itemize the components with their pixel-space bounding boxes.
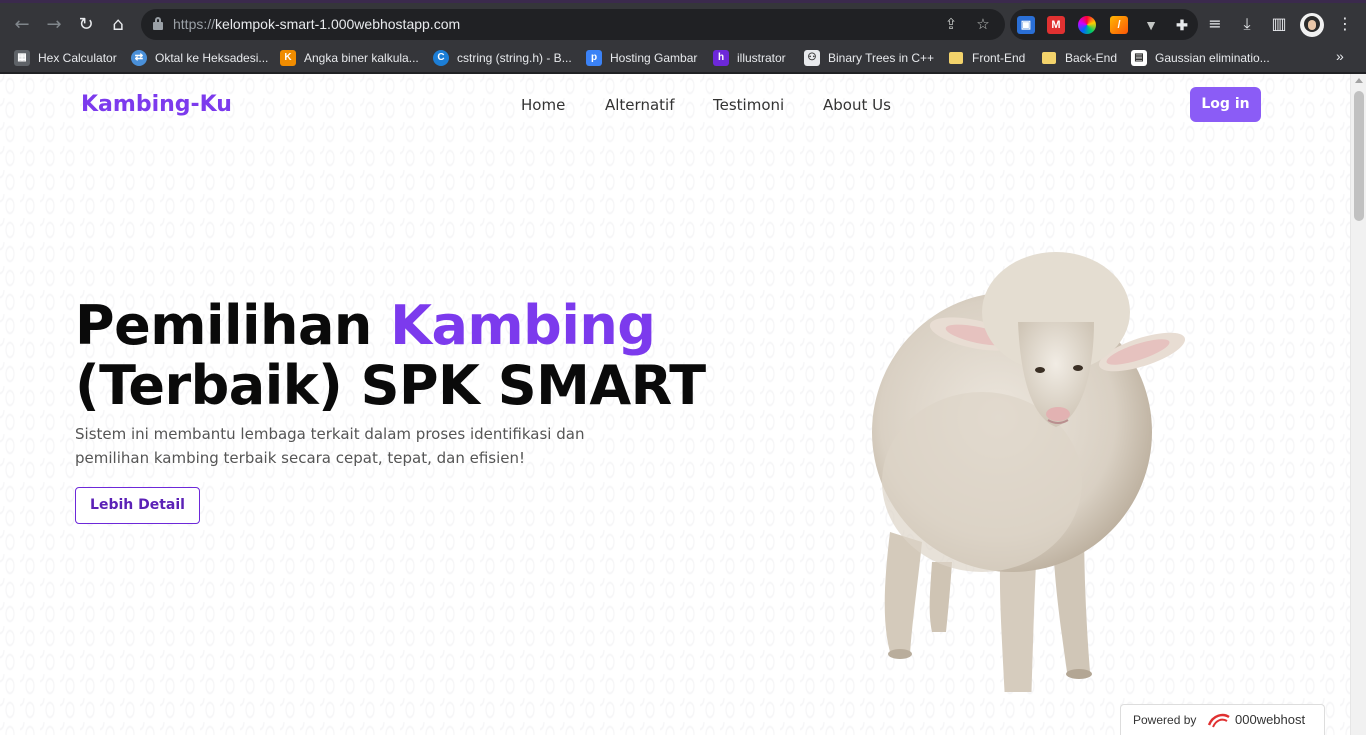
address-bar[interactable]: https://kelompok-smart-1.000webhostapp.c… (141, 9, 1005, 40)
menu-icon[interactable]: ⋮ (1334, 13, 1356, 35)
hero-description: Sistem ini membantu lembaga terkait dala… (75, 425, 585, 467)
download-icon[interactable]: ⤓ (1236, 13, 1258, 35)
converter-icon: ⇄ (131, 50, 147, 66)
hero-title: Pemilihan Kambing (Terbaik) SPK SMART (75, 294, 706, 417)
more-detail-button[interactable]: Lebih Detail (75, 487, 200, 524)
bookmark-item[interactable]: Ccstring (string.h) - B... (433, 49, 572, 67)
calculator-icon: ▦ (14, 50, 30, 66)
bookmark-item[interactable]: K Angka biner kalkula... (280, 49, 419, 67)
browser-toolbar: ← → ↻ ⌂ https://kelompok-smart-1.000webh… (0, 0, 1366, 43)
bookmark-item[interactable]: h illustrator (713, 49, 786, 67)
forward-icon[interactable]: → (40, 11, 68, 39)
lock-icon[interactable] (153, 17, 163, 30)
bookmark-item[interactable]: p Hosting Gambar (586, 49, 697, 67)
extension-icon[interactable]: ▣ (1017, 16, 1035, 34)
side-panel-icon[interactable]: ▥ (1268, 13, 1290, 35)
bookmark-star-icon[interactable]: ☆ (973, 14, 993, 34)
scrollbar-thumb[interactable] (1354, 91, 1364, 221)
folder-icon (949, 52, 963, 64)
nav-about-us[interactable]: About Us (823, 96, 891, 114)
profile-avatar[interactable] (1300, 13, 1324, 37)
sheep-image (872, 252, 1186, 692)
powered-by-badge[interactable]: Powered by 000webhost (1120, 704, 1325, 735)
bookmark-folder[interactable]: Front-End (949, 49, 1025, 67)
login-button[interactable]: Log in (1190, 87, 1261, 122)
bookmark-item[interactable]: ⚇ Binary Trees in C++ (804, 49, 934, 67)
vue-icon[interactable]: ▼ (1142, 16, 1160, 34)
000webhost-logo-icon (1207, 713, 1230, 728)
reading-list-icon[interactable]: ≡ (1204, 13, 1226, 35)
url-text[interactable]: https://kelompok-smart-1.000webhostapp.c… (173, 16, 460, 32)
scroll-up-icon[interactable] (1355, 78, 1363, 83)
reload-icon[interactable]: ↻ (72, 11, 100, 39)
bookmarks-bar: ▦ Hex Calculator ⇄ Oktal ke Heksadesi... K… (0, 43, 1366, 73)
pencil-icon[interactable]: / (1110, 16, 1128, 34)
bookmark-item[interactable]: ⇄ Oktal ke Heksadesi... (131, 49, 268, 67)
nav-alternatif[interactable]: Alternatif (605, 96, 674, 114)
bookmark-item[interactable]: ▦ Hex Calculator (14, 49, 117, 67)
home-icon[interactable]: ⌂ (104, 11, 132, 39)
page-scrollbar[interactable] (1350, 74, 1366, 735)
site-logo[interactable]: Kambing-Ku (81, 92, 232, 117)
nav-home[interactable]: Home (521, 96, 565, 114)
h-icon: h (713, 50, 729, 66)
puzzle-icon[interactable]: ✚ (1173, 16, 1191, 34)
folder-icon (1042, 52, 1056, 64)
nav-testimoni[interactable]: Testimoni (713, 96, 784, 114)
back-icon[interactable]: ← (8, 11, 36, 39)
tree-icon: ⚇ (804, 50, 820, 66)
extensions-bar: ▣ M / ▼ ✚ (1010, 9, 1198, 40)
bookmark-item[interactable]: ▤ Gaussian eliminatio... (1131, 49, 1270, 67)
binary-icon: K (280, 50, 296, 66)
share-icon[interactable]: ⇪ (941, 14, 961, 34)
extension-m-icon[interactable]: M (1047, 16, 1065, 34)
color-picker-icon[interactable] (1078, 16, 1096, 34)
cplusplus-icon: C (433, 50, 449, 66)
page-viewport: Kambing-Ku Home Alternatif Testimoni Abo… (0, 74, 1366, 735)
matrix-icon: ▤ (1131, 50, 1147, 66)
postimage-icon: p (586, 50, 602, 66)
bookmark-folder[interactable]: Back-End (1042, 49, 1117, 67)
more-bookmarks-icon[interactable]: » (1336, 48, 1344, 64)
